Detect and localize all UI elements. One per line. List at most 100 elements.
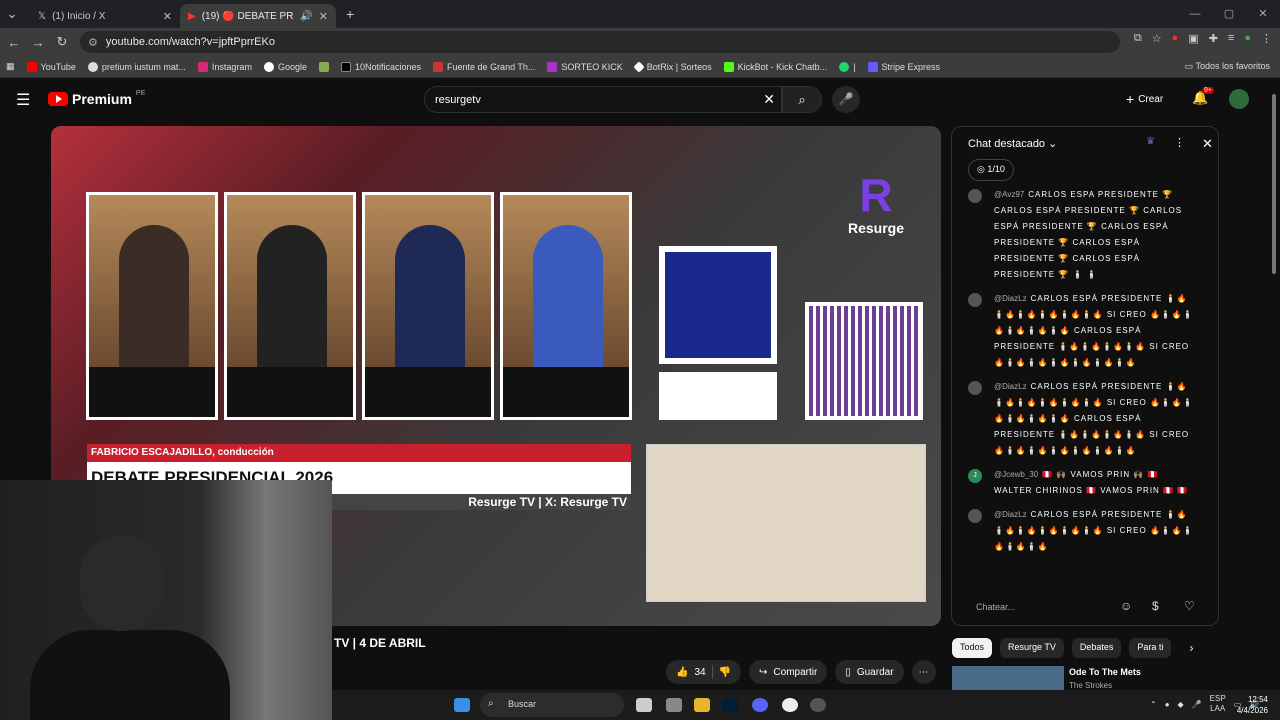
- like-button[interactable]: 👍 34 👎: [666, 660, 742, 684]
- search-input[interactable]: resurgetv ✕: [424, 86, 782, 113]
- site-info-icon[interactable]: ⚙: [88, 36, 98, 49]
- new-tab-button[interactable]: +: [346, 6, 354, 22]
- tray-app-icon[interactable]: ◆: [1178, 700, 1184, 709]
- heart-icon[interactable]: ♡: [1184, 599, 1195, 613]
- filter-chip-resurge[interactable]: Resurge TV: [1000, 638, 1064, 658]
- tab-x-home[interactable]: 𝕏 (1) Inicio / X ✕: [30, 4, 180, 28]
- back-icon[interactable]: ←: [2, 35, 26, 50]
- search-button[interactable]: ⌕: [782, 86, 822, 113]
- recommendation-thumbnail[interactable]: [952, 666, 1064, 690]
- bookmark-stripe[interactable]: Stripe Express: [862, 61, 947, 72]
- app-icon[interactable]: [666, 698, 682, 712]
- bookmarks-bar: ▦ YouTube pretium iustum mat... Instagra…: [0, 56, 1280, 78]
- reload-icon[interactable]: ↻: [50, 34, 74, 50]
- chevron-up-icon[interactable]: ⌃: [1150, 700, 1157, 709]
- chat-input[interactable]: Chatear...: [968, 597, 1118, 619]
- microphone-icon[interactable]: 🎤: [1192, 700, 1202, 709]
- voice-search-button[interactable]: 🎤: [832, 86, 860, 113]
- share-button[interactable]: ↪ Compartir: [749, 660, 828, 684]
- x-logo-icon: [340, 61, 351, 72]
- bookmark-botrix[interactable]: BotRix | Sorteos: [629, 60, 718, 73]
- youtube-premium-logo[interactable]: Premium PE: [48, 90, 145, 107]
- clock[interactable]: 12:54 4/4/2026: [1237, 694, 1268, 716]
- instagram-icon: [197, 61, 208, 72]
- extension-icon[interactable]: ▣: [1188, 32, 1198, 45]
- super-chat-icon[interactable]: $: [1152, 599, 1159, 613]
- bookmark-sorteo-kick[interactable]: SORTEO KICK: [541, 61, 628, 72]
- close-tab-icon[interactable]: ✕: [163, 10, 172, 23]
- clear-search-icon[interactable]: ✕: [763, 91, 775, 108]
- avatar[interactable]: [1229, 89, 1249, 109]
- menu-icon[interactable]: ⋮: [1261, 32, 1272, 45]
- bookmark-kickbot[interactable]: KickBot - Kick Chatb...: [718, 61, 834, 72]
- discord-icon[interactable]: [752, 698, 768, 712]
- taskbar-search[interactable]: ⌕ Buscar: [480, 693, 624, 717]
- address-bar[interactable]: ⚙ youtube.com/watch?v=jpftPprrEKo: [80, 31, 1120, 53]
- notifications-button[interactable]: 🔔 9+: [1192, 87, 1214, 106]
- forward-icon[interactable]: →: [26, 35, 50, 50]
- streamer-body: [30, 630, 230, 720]
- more-actions-button[interactable]: ⋯: [911, 660, 936, 684]
- candidate-frame: [362, 192, 494, 420]
- target-icon: ◎: [977, 164, 985, 174]
- filter-chip-debates[interactable]: Debates: [1071, 638, 1122, 658]
- reading-list-icon[interactable]: ≡: [1228, 32, 1234, 45]
- related-filters: Todos Resurge TV Debates Para ti ›: [952, 638, 1193, 658]
- bookmark-fuente[interactable]: Fuente de Grand Th...: [427, 61, 541, 72]
- bookmark-star-icon[interactable]: ☆: [1152, 32, 1162, 45]
- tab-search-icon[interactable]: ⌄: [0, 6, 24, 22]
- crown-icon[interactable]: ♛: [1146, 136, 1155, 147]
- photoshop-icon[interactable]: [722, 698, 738, 712]
- close-tab-icon[interactable]: ✕: [319, 10, 328, 23]
- thumbs-down-icon[interactable]: 👎: [719, 667, 731, 678]
- whatsapp-icon: [839, 61, 850, 72]
- more-icon[interactable]: ⋮: [1174, 136, 1185, 149]
- all-favorites-folder[interactable]: ▭ Todos los favoritos: [1185, 61, 1270, 72]
- bookmark-notificaciones[interactable]: 10Notificaciones: [335, 61, 427, 72]
- extension-icon[interactable]: ●: [1172, 32, 1179, 45]
- bookmark-pretium[interactable]: pretium iustum mat...: [82, 61, 192, 72]
- bookmark-instagram[interactable]: Instagram: [192, 61, 258, 72]
- cast-icon[interactable]: ⧉: [1134, 32, 1142, 45]
- minimize-icon[interactable]: —: [1178, 0, 1212, 28]
- recommendation-channel[interactable]: The Strokes: [1069, 681, 1112, 690]
- puzzle-icon[interactable]: ✚: [1209, 32, 1218, 45]
- chat-message: @Avz97 CARLOS ESPA PRESIDENTE 🏆 CARLOS ES…: [952, 185, 1214, 289]
- close-icon[interactable]: ✕: [1202, 136, 1213, 152]
- windows-start-icon[interactable]: [454, 698, 470, 712]
- emoji-icon[interactable]: ☺: [1120, 599, 1132, 613]
- chevron-right-icon[interactable]: ›: [1189, 638, 1193, 658]
- hamburger-menu-icon[interactable]: ☰: [16, 90, 30, 110]
- close-window-icon[interactable]: ✕: [1246, 0, 1280, 28]
- hands-icon: [665, 252, 771, 358]
- chat-message: @DiazLz CARLOS ESPÁ PRESIDENTE 🕯️🔥🕯️🔥🕯️🔥🕯…: [952, 505, 1214, 561]
- filter-chip-para-ti[interactable]: Para ti: [1129, 638, 1172, 658]
- chrome-icon[interactable]: [782, 698, 798, 712]
- file-explorer-icon[interactable]: [694, 698, 710, 712]
- tab-youtube-debate[interactable]: ▶ (19) 🔴 DEBATE PRESIDENCI 🔊 ✕: [180, 4, 336, 28]
- restore-icon[interactable]: ▢: [1212, 0, 1246, 28]
- font-icon: [433, 61, 444, 72]
- tray-app-icon[interactable]: ●: [1165, 700, 1170, 709]
- audio-icon[interactable]: 🔊: [300, 11, 312, 22]
- profile-icon[interactable]: ●: [1244, 32, 1251, 45]
- youtube-header: ☰ Premium PE resurgetv ✕ ⌕ 🎤 + Crear 🔔 9+: [0, 80, 1268, 118]
- app-icon[interactable]: [810, 698, 826, 712]
- save-button[interactable]: ▯ Guardar: [835, 660, 904, 684]
- plus-icon: +: [1126, 91, 1135, 107]
- page-scrollbar[interactable]: [1271, 84, 1277, 688]
- bookmark-untitled[interactable]: [313, 61, 335, 72]
- bookmark-youtube[interactable]: YouTube: [21, 61, 82, 72]
- chat-mode-dropdown[interactable]: Chat destacado ⌄: [968, 138, 1057, 150]
- search-icon: ⌕: [488, 698, 494, 709]
- recommendation-title[interactable]: Ode To The Mets: [1069, 667, 1141, 677]
- create-button[interactable]: + Crear: [1126, 91, 1163, 107]
- task-view-icon[interactable]: [636, 698, 652, 712]
- filter-chip-todos[interactable]: Todos: [952, 638, 993, 658]
- bookmark-google[interactable]: Google: [258, 61, 313, 72]
- apps-icon[interactable]: ▦: [0, 61, 21, 72]
- bookmark-whatsapp[interactable]: |: [833, 61, 861, 72]
- video-title: TV | 4 DE ABRIL: [334, 636, 426, 650]
- poll-counter[interactable]: ◎ 1/10: [968, 159, 1014, 181]
- language-indicator[interactable]: ESP LAA: [1210, 694, 1226, 714]
